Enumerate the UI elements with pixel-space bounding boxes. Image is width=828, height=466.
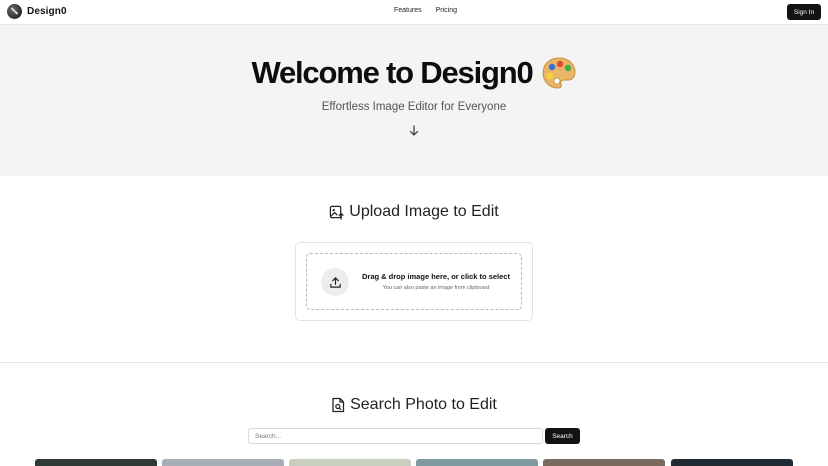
upload-section-title: Upload Image to Edit	[0, 203, 828, 221]
file-search-icon	[332, 397, 345, 413]
photo-thumbnail[interactable]	[35, 459, 157, 466]
upload-icon-circle	[321, 268, 349, 296]
logo-icon	[7, 4, 22, 19]
hero-title: Welcome to Design0	[251, 55, 533, 90]
search-input[interactable]	[248, 428, 543, 444]
search-title: Search Photo to Edit	[350, 396, 497, 413]
photo-thumbnail[interactable]	[416, 459, 538, 466]
photo-thumbnail[interactable]	[671, 459, 793, 466]
dropzone-main-text: Drag & drop image here, or click to sele…	[362, 272, 510, 281]
upload-card: Drag & drop image here, or click to sele…	[295, 242, 533, 321]
photo-thumbnail[interactable]	[543, 459, 665, 466]
photo-thumbnail[interactable]	[289, 459, 411, 466]
arrow-down-icon[interactable]	[408, 125, 420, 137]
hero-title-row: Welcome to Design0	[0, 55, 828, 91]
main-nav: Features Pricing	[394, 7, 457, 14]
hero-subtitle: Effortless Image Editor for Everyone	[321, 101, 507, 113]
dropzone[interactable]: Drag & drop image here, or click to sele…	[306, 253, 522, 310]
brand[interactable]: Design0	[7, 4, 67, 19]
brand-name: Design0	[27, 6, 67, 17]
nav-features-link[interactable]: Features	[394, 7, 422, 14]
palette-icon	[541, 57, 576, 89]
top-navbar: Design0 Features Pricing Sign In	[0, 0, 828, 25]
hero-section: Welcome to Design0 Effortless Image Edit…	[0, 25, 828, 176]
image-upload-icon	[330, 205, 344, 220]
upload-icon	[329, 276, 341, 288]
section-divider	[0, 362, 828, 363]
search-section-title: Search Photo to Edit	[0, 396, 828, 414]
sign-in-button[interactable]: Sign In	[787, 4, 821, 20]
dropzone-sub-text: You can also paste an image from clipboa…	[382, 285, 490, 291]
upload-title: Upload Image to Edit	[349, 203, 499, 220]
nav-pricing-link[interactable]: Pricing	[436, 7, 457, 14]
search-button[interactable]: Search	[545, 428, 580, 444]
photo-thumbnail[interactable]	[162, 459, 284, 466]
